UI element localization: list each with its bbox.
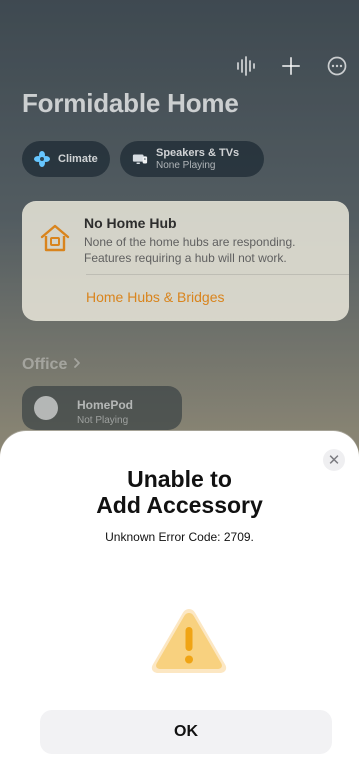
sheet-title: Unable to Add Accessory — [0, 466, 359, 518]
homepod-tile[interactable]: HomePod Not Playing — [22, 386, 182, 430]
homepod-icon — [34, 396, 58, 420]
accessory-chips: Climate Speakers & TVs None Playing — [22, 141, 264, 177]
homepod-status: Not Playing — [77, 415, 129, 426]
card-divider — [86, 274, 349, 275]
sheet-title-line-1: Unable to — [127, 466, 232, 492]
warning-icon — [145, 603, 233, 675]
home-hubs-bridges-link[interactable]: Home Hubs & Bridges — [86, 289, 225, 305]
speakers-tvs-chip[interactable]: Speakers & TVs None Playing — [120, 141, 264, 177]
more-icon[interactable] — [325, 54, 349, 78]
home-hub-card-header: No Home Hub None of the home hubs are re… — [38, 215, 330, 266]
fan-icon — [34, 151, 50, 167]
office-room-header[interactable]: Office — [22, 356, 81, 374]
home-hub-message: None of the home hubs are responding. Fe… — [84, 235, 296, 265]
plus-icon[interactable] — [279, 54, 303, 78]
chevron-right-icon — [73, 356, 81, 374]
ok-button[interactable]: OK — [40, 710, 332, 754]
sheet-title-line-2: Add Accessory — [96, 492, 263, 518]
speakers-tvs-label: Speakers & TVs — [156, 146, 240, 159]
homepod-name: HomePod — [77, 398, 134, 412]
climate-chip-label: Climate — [58, 152, 98, 165]
home-title: Formidable Home — [22, 88, 239, 118]
climate-chip[interactable]: Climate — [22, 141, 110, 177]
error-sheet: ✕ Unable to Add Accessory Unknown Error … — [0, 431, 359, 778]
house-icon — [38, 221, 72, 255]
home-hub-title: No Home Hub — [84, 215, 177, 231]
speaker-tv-icon — [132, 151, 148, 167]
speakers-tvs-text: Speakers & TVs None Playing — [156, 146, 240, 171]
home-hub-card: No Home Hub None of the home hubs are re… — [22, 201, 349, 321]
office-room-label: Office — [22, 356, 68, 373]
error-code-text: Unknown Error Code: 2709. — [105, 530, 254, 544]
waveform-icon[interactable] — [233, 54, 257, 78]
home-hub-text-block: No Home Hub None of the home hubs are re… — [84, 215, 330, 266]
top-toolbar — [233, 54, 349, 78]
speakers-tvs-subtitle: None Playing — [156, 159, 216, 171]
